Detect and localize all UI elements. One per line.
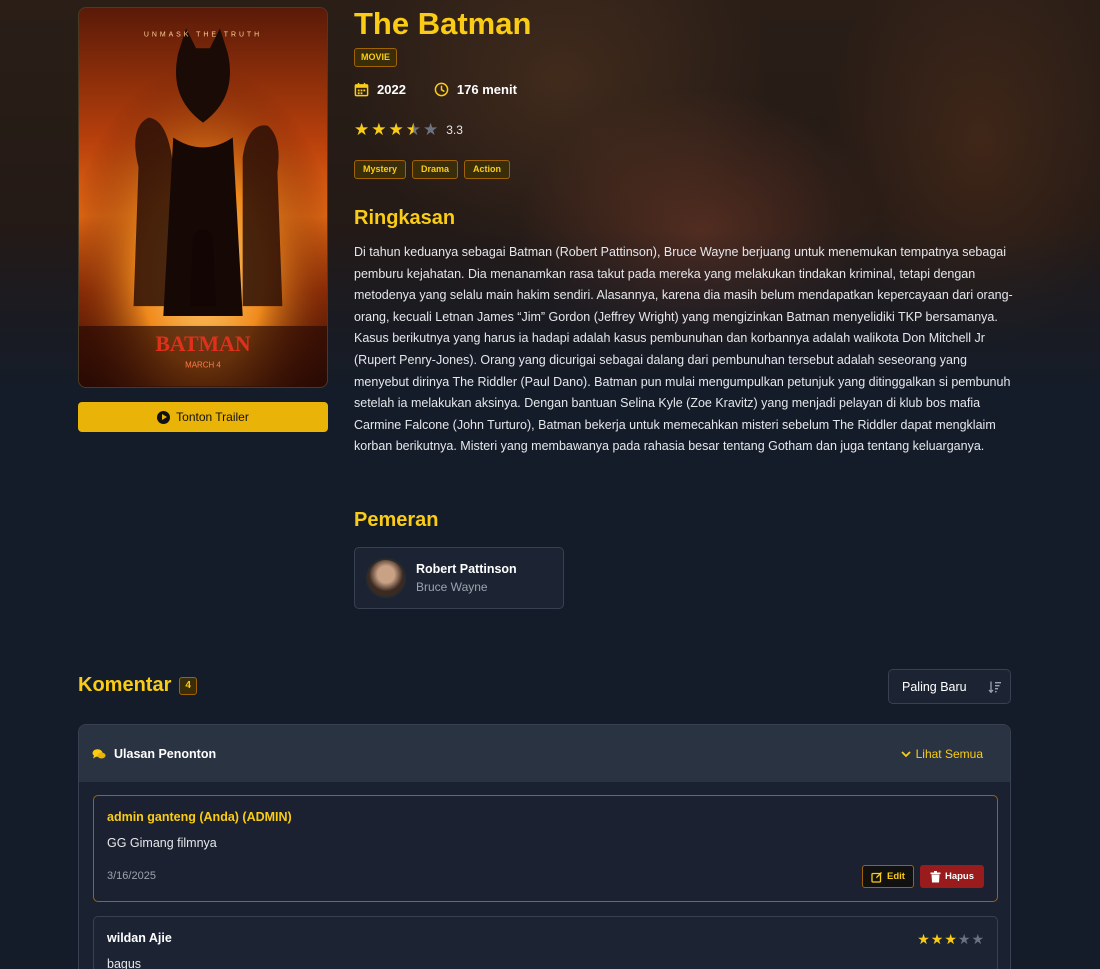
watch-trailer-button[interactable]: Tonton Trailer [78, 402, 328, 432]
genre-tag[interactable]: Action [464, 160, 511, 179]
star-icon: ★ [917, 931, 930, 947]
sort-select[interactable]: Paling Baru [888, 669, 1011, 704]
comments-icon [92, 748, 106, 758]
comment-date: 3/16/2025 [107, 870, 156, 882]
genre-list: Mystery Drama Action [354, 160, 511, 179]
poster-tagline: UNMASK THE TRUTH [144, 31, 262, 38]
duration: 176 menit [434, 82, 517, 97]
comment-item: admin ganteng (Anda) (ADMIN) GG Gimang f… [93, 795, 998, 902]
comment-text: bagus [107, 957, 142, 969]
cast-role: Bruce Wayne [416, 580, 488, 594]
movie-poster: UNMASK THE TRUTH BATMAN MARCH 4 [78, 7, 328, 388]
delete-comment-label: Hapus [944, 871, 974, 882]
see-all-link[interactable]: Lihat Semua [900, 747, 983, 761]
calendar-icon [354, 82, 369, 97]
genre-tag[interactable]: Mystery [354, 160, 407, 179]
comments-heading: Komentar [78, 674, 172, 696]
movie-title: The Batman [354, 6, 532, 41]
star-icon: ★ [930, 931, 944, 947]
empty-star-icon: ★ [957, 931, 971, 947]
comment-author: admin ganteng (Anda) (ADMIN) [107, 810, 292, 824]
star-icon: ★ [354, 120, 370, 139]
cast-name: Robert Pattinson [416, 562, 517, 576]
release-year: 2022 [354, 82, 406, 97]
star-icon: ★ [944, 931, 957, 947]
sort-select-value: Paling Baru [902, 679, 967, 694]
edit-icon [871, 871, 882, 883]
rating-value: 3.3 [446, 122, 463, 137]
watch-trailer-label: Tonton Trailer [176, 410, 249, 424]
cast-avatar [366, 558, 406, 598]
comment-item: wildan Ajie ★ ★ ★ ★ ★ bagus [93, 916, 998, 969]
empty-star-icon: ★ [971, 931, 984, 947]
poster-release: MARCH 4 [185, 361, 221, 370]
cast-card[interactable]: Robert Pattinson Bruce Wayne [354, 547, 564, 609]
clock-icon [434, 82, 449, 97]
empty-star-icon: ★ [423, 120, 439, 139]
sort-icon [988, 681, 1001, 693]
reviews-panel-header: Ulasan Penonton Lihat Semua [79, 725, 1010, 782]
synopsis-heading: Ringkasan [354, 207, 456, 229]
edit-comment-button[interactable]: Edit [862, 865, 914, 888]
movie-rating: ★ ★ ★ ★ ★ 3.3 [354, 121, 463, 138]
reviews-panel-title: Ulasan Penonton [92, 747, 216, 761]
duration-value: 176 menit [456, 82, 517, 97]
delete-comment-button[interactable]: Hapus [919, 865, 984, 888]
genre-tag[interactable]: Drama [412, 160, 459, 179]
star-icon: ★ [388, 120, 404, 139]
edit-comment-label: Edit [887, 871, 905, 882]
comment-rating: ★ ★ ★ ★ ★ [917, 931, 984, 948]
reviews-panel: Ulasan Penonton Lihat Semua admin ganten… [78, 724, 1011, 969]
play-icon [157, 410, 171, 424]
comments-heading-row: Komentar 4 [78, 674, 197, 697]
cast-heading: Pemeran [354, 509, 439, 531]
trash-icon [930, 870, 941, 882]
reviews-panel-title-text: Ulasan Penonton [114, 746, 217, 761]
see-all-label: Lihat Semua [915, 746, 983, 761]
comment-text: GG Gimang filmnya [107, 836, 217, 850]
comment-actions: Edit Hapus [862, 865, 984, 888]
movie-meta: 2022 176 menit [354, 82, 517, 97]
type-badge: MOVIE [354, 48, 398, 67]
half-star-icon: ★ [405, 120, 421, 139]
release-year-value: 2022 [377, 82, 406, 97]
chevron-down-icon [900, 750, 911, 757]
poster-logo: BATMAN [155, 332, 251, 356]
synopsis-text: Di tahun keduanya sebagai Batman (Robert… [354, 245, 1013, 454]
comment-author: wildan Ajie [107, 931, 172, 945]
comment-count-badge: 4 [179, 676, 197, 695]
star-icon: ★ [371, 120, 387, 139]
